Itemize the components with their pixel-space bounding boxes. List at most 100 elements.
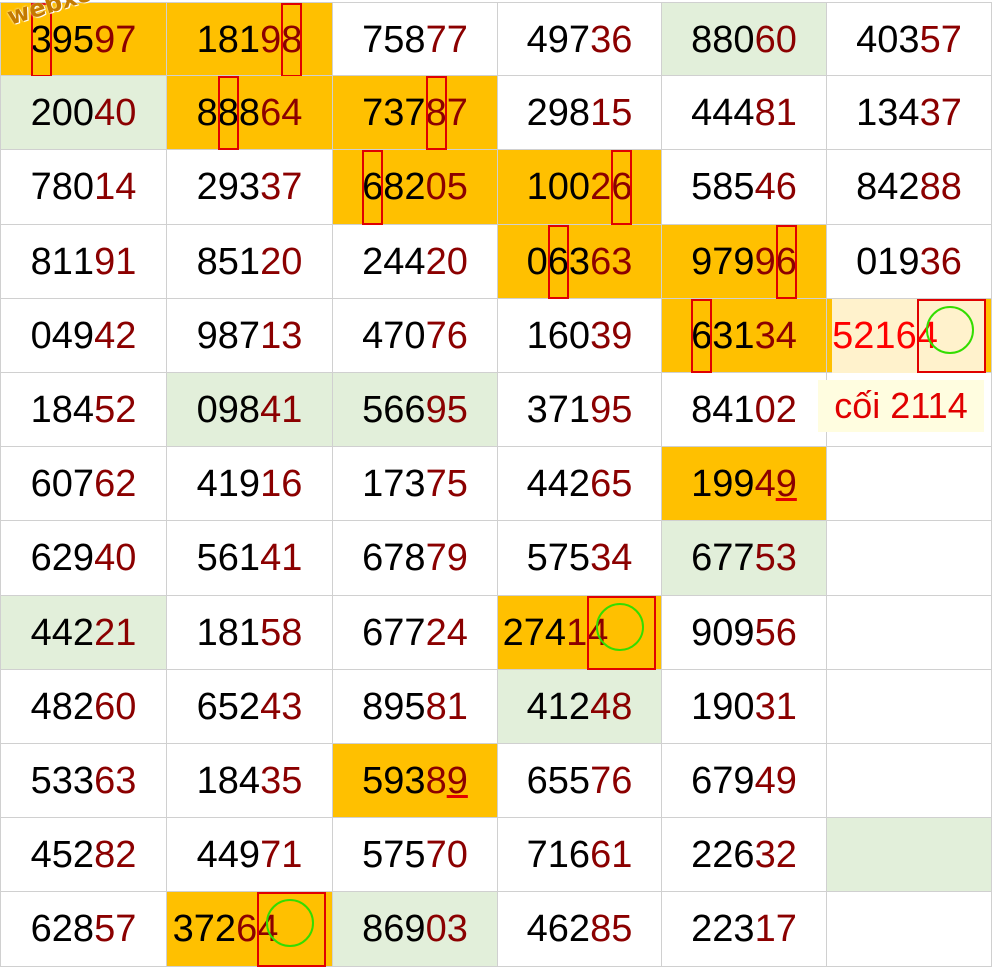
digit: 9 [590,389,612,431]
digit: 2 [568,686,591,728]
digit: 1 [874,315,896,357]
digit: 2 [214,908,237,950]
digit: 6 [260,92,282,134]
digit: 7 [712,760,734,802]
digit: 9 [691,241,713,283]
digit: 6 [383,908,405,950]
digit: 8 [51,389,73,431]
digit: 1 [196,612,218,654]
digit: 0 [733,19,755,61]
digit: 4 [526,908,548,950]
digit: 2 [898,166,920,208]
digit: 8 [51,166,73,208]
digit: 0 [51,92,73,134]
digit: 6 [362,612,384,654]
digit: 1 [566,612,588,654]
digit: 2 [115,834,137,876]
number-value: 60762 [31,447,137,521]
digit: 0 [547,166,569,208]
digit: 4 [754,463,776,505]
number-cell: 88060 [662,2,827,76]
digit: 6 [362,537,384,579]
number-cell [827,447,992,521]
digit: 8 [404,537,426,579]
number-cell: 59389 [333,744,498,818]
number-value: 29815 [527,76,633,150]
number-value: 20040 [31,76,137,150]
digit: 1 [877,241,899,283]
number-value: 84288 [856,150,962,225]
number-value: 67949 [691,744,797,818]
digit: 7 [383,612,405,654]
number-value: 19949 [691,447,797,521]
digit: 0 [856,241,878,283]
digit: 9 [217,389,239,431]
number-value: 90956 [691,596,797,670]
digit: 2 [51,537,73,579]
digit: 4 [611,537,633,579]
digit: 2 [115,389,137,431]
digit: 8 [611,686,633,728]
digit: 3 [733,908,755,950]
digit: 1 [260,463,282,505]
number-cell: 22632 [662,818,827,892]
digit: 1 [547,834,569,876]
digit: 7 [238,315,261,357]
number-cell: 57570 [333,818,498,892]
number-value: 62940 [31,521,137,596]
digit: 0 [446,241,468,283]
number-value: 01936 [856,225,962,299]
digit: 4 [30,834,52,876]
number-cell: 18452 [0,373,167,447]
digit: 9 [547,19,569,61]
number-cell: 78014 [0,150,167,225]
number-value: 57570 [362,818,468,892]
digit: 1 [611,834,633,876]
digit: 5 [568,537,591,579]
number-value: 75877 [362,3,468,77]
number-cell [827,892,992,967]
digit: 4 [94,315,116,357]
digit: 6 [895,315,917,357]
number-value: 67879 [362,521,468,596]
digit: 1 [568,389,591,431]
digit: 8 [217,76,239,150]
note-label: cối 2114 [818,380,984,432]
digit: 2 [425,241,447,283]
digit: 7 [712,537,734,579]
digit: 8 [196,92,218,134]
digit: 7 [115,908,137,950]
number-value: 04942 [31,299,137,373]
digit: 5 [51,834,73,876]
digit: 4 [72,389,95,431]
digit: 3 [754,834,776,876]
digit: 4 [196,463,218,505]
number-cell: 18435 [167,744,333,818]
number-cell: 17375 [333,447,498,521]
number-cell: 16039 [498,299,662,373]
digit: 8 [362,908,384,950]
digit: 2 [853,315,875,357]
digit: 6 [691,760,713,802]
digit: 5 [754,537,776,579]
digit: 5 [281,760,303,802]
digit: 5 [611,92,633,134]
number-cell: 52164 [827,299,992,373]
number-value: 53363 [31,744,137,818]
digit: 1 [51,241,73,283]
digit: 7 [712,241,734,283]
digit: 1 [72,241,95,283]
digit: 4 [260,389,282,431]
number-value: 78014 [31,150,137,225]
digit: 2 [425,612,447,654]
digit: 3 [919,241,941,283]
number-cell: 71661 [498,818,662,892]
digit: 7 [547,389,569,431]
digit: 3 [260,760,282,802]
digit: 0 [115,686,137,728]
number-cell: 46285 [498,892,662,967]
number-cell: 19949 [662,447,827,521]
digit: 6 [733,834,755,876]
digit: 8 [281,612,303,654]
digit: 4 [916,299,986,373]
